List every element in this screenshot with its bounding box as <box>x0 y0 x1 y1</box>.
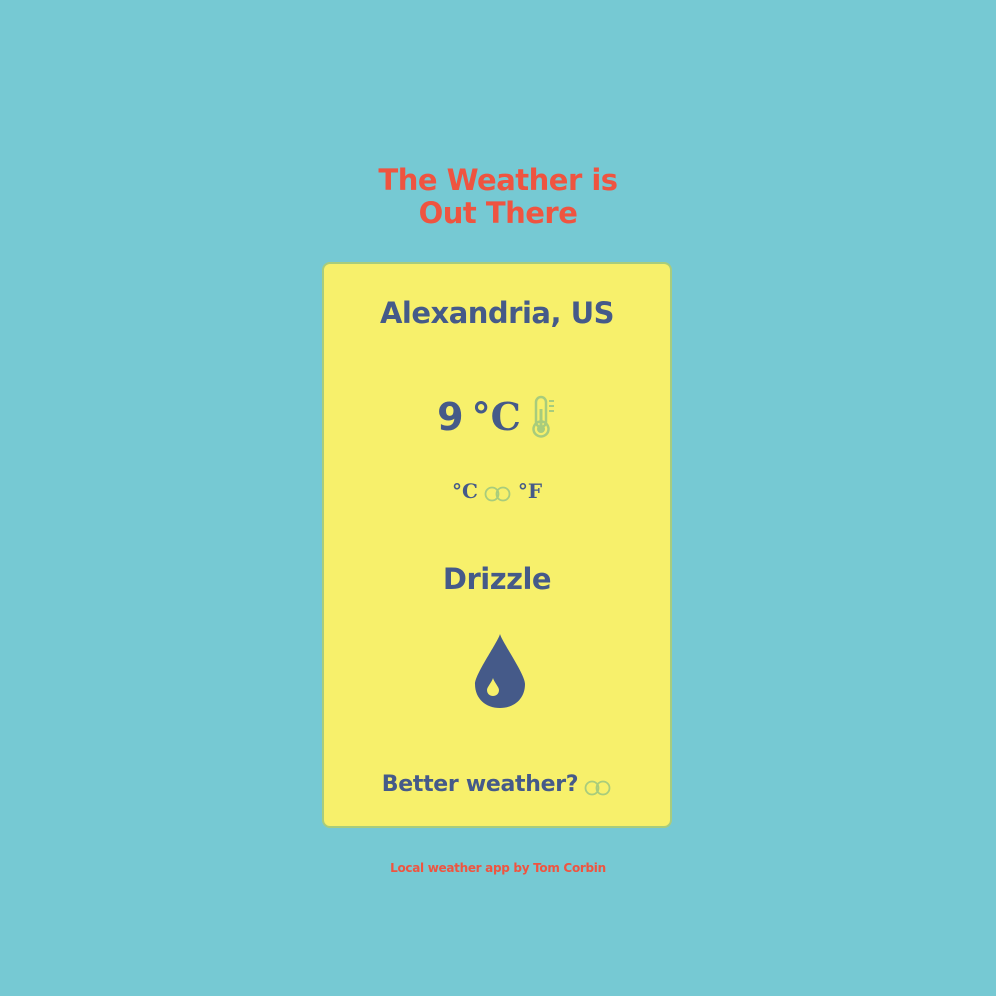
weather-card: Alexandria, US 9 °C °C °F Drizzle Better… <box>322 262 672 828</box>
weather-condition: Drizzle <box>442 562 552 596</box>
footer-credit: Local weather app by Tom Corbin <box>390 861 606 875</box>
app-title-line-1: The Weather is <box>378 163 618 197</box>
temperature-display: 9 °C <box>324 394 670 439</box>
thermometer-icon <box>529 395 557 439</box>
celsius-label: °C <box>451 479 478 503</box>
location-name: Alexandria, US <box>379 296 615 330</box>
app-title-line-2: Out There <box>418 196 578 230</box>
temperature-unit: °C <box>471 394 521 439</box>
better-weather-label: Better weather? <box>381 772 579 797</box>
page: The Weather is Out There Alexandria, US … <box>0 0 996 996</box>
better-weather-row: Better weather? <box>324 772 670 797</box>
better-weather-toggle[interactable] <box>584 777 612 795</box>
unit-toggle-switch[interactable] <box>484 483 512 502</box>
fahrenheit-label: °F <box>517 479 543 503</box>
raindrop-icon <box>472 632 528 710</box>
temperature-value: 9 <box>437 394 464 439</box>
unit-toggle-row: °C °F <box>324 479 670 503</box>
app-title: The Weather is Out There <box>0 164 996 230</box>
